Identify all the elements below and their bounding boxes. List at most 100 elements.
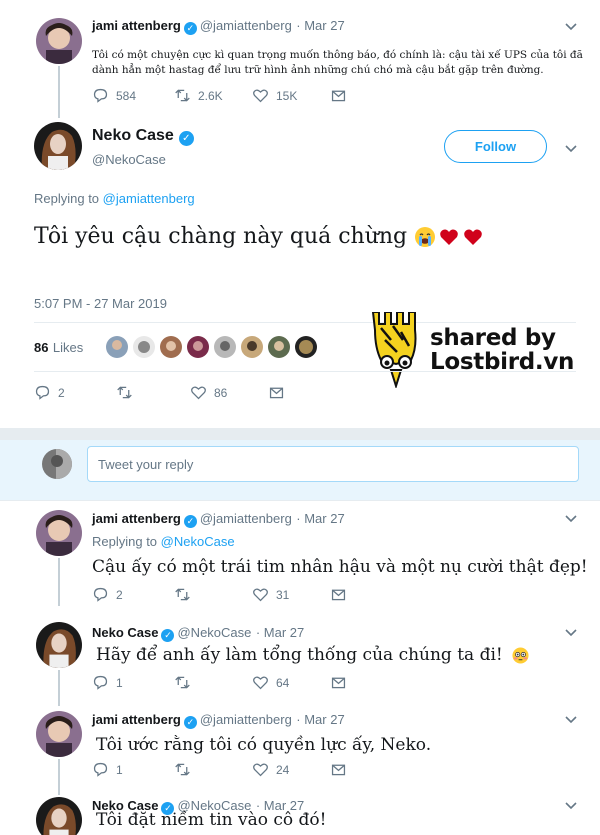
heart-icon (253, 89, 268, 103)
tweet-date[interactable]: · Mar 27 (256, 625, 304, 640)
tweet-date[interactable]: · Mar 27 (296, 511, 344, 526)
heart-icon (253, 763, 268, 777)
like-button[interactable]: 31 (252, 586, 330, 603)
reply-icon (93, 587, 108, 602)
watermark-line1: shared by (430, 325, 556, 351)
replying-to-link[interactable]: @NekoCase (161, 534, 235, 549)
chevron-down-icon[interactable] (563, 140, 579, 156)
avatar-neko[interactable] (34, 122, 82, 170)
reply-button[interactable]: 1 (92, 761, 174, 778)
section-separator (0, 428, 600, 440)
divider (0, 500, 600, 501)
tweet-date[interactable]: · Mar 27 (296, 18, 344, 33)
reply-button[interactable]: 2 (92, 586, 174, 603)
tweet-date[interactable]: · Mar 27 (296, 712, 344, 727)
author-handle[interactable]: @NekoCase (177, 625, 251, 640)
retweet-button[interactable] (174, 674, 252, 691)
author-name[interactable]: jami attenberg (92, 712, 181, 727)
avatar-jami[interactable] (36, 510, 82, 556)
avatar[interactable] (214, 336, 236, 358)
like-button[interactable]: 64 (252, 674, 330, 691)
retweet-count: 2.6K (198, 88, 223, 103)
author-handle[interactable]: @jamiattenberg (200, 511, 292, 526)
reply-icon (93, 762, 108, 777)
retweet-button[interactable] (174, 761, 252, 778)
replying-to-link[interactable]: @jamiattenberg (103, 191, 195, 206)
verified-icon: ✓ (183, 22, 197, 35)
avatar[interactable] (133, 336, 155, 358)
my-avatar[interactable] (42, 449, 72, 479)
thread-connector (58, 759, 60, 795)
reply-count: 1 (116, 675, 123, 690)
author-handle[interactable]: @NekoCase (92, 152, 166, 167)
avatar-jami[interactable] (36, 18, 82, 64)
retweet-button[interactable] (116, 384, 190, 401)
main-tweet-text-row: Tôi yêu cậu chàng này quá chừng (34, 224, 483, 249)
reply-button[interactable]: 584 (92, 87, 174, 104)
replying-to: Replying to @NekoCase (92, 534, 235, 549)
chevron-down-icon[interactable] (563, 797, 579, 813)
verified-icon: ✓ (161, 629, 175, 642)
reply3-header: jami attenberg ✓ @jamiattenberg · Mar 27 (92, 711, 345, 729)
reply-count: 2 (58, 385, 65, 400)
likes-count-row[interactable]: 86 Likes (34, 339, 83, 357)
tweet-timestamp[interactable]: 5:07 PM - 27 Mar 2019 (34, 296, 167, 311)
like-count: 15K (276, 88, 298, 103)
avatar[interactable] (241, 336, 263, 358)
chevron-down-icon[interactable] (563, 624, 579, 640)
like-button[interactable]: 15K (252, 87, 330, 104)
tweet-text: Hãy để anh ấy làm tổng thống của chúng t… (96, 645, 503, 665)
message-button[interactable] (330, 87, 354, 104)
avatar[interactable] (295, 336, 317, 358)
avatar[interactable] (160, 336, 182, 358)
likes-label: Likes (52, 340, 84, 355)
flushed-face-icon (512, 646, 529, 664)
reply-count: 2 (116, 587, 123, 602)
author-handle[interactable]: @jamiattenberg (200, 18, 292, 33)
avatar[interactable] (268, 336, 290, 358)
chevron-down-icon[interactable] (563, 510, 579, 526)
avatar[interactable] (187, 336, 209, 358)
crying-face-icon (414, 226, 436, 248)
envelope-icon (331, 764, 346, 776)
retweet-icon (175, 89, 190, 102)
author-name[interactable]: Neko Case (92, 625, 158, 640)
retweet-icon (175, 676, 190, 689)
likers-avatars (106, 336, 317, 358)
like-count: 86 (214, 385, 228, 400)
avatar-neko[interactable] (36, 797, 82, 835)
main-tweet-text: Tôi yêu cậu chàng này quá chừng (34, 224, 408, 249)
message-button[interactable] (268, 384, 292, 401)
like-button[interactable]: 86 (190, 384, 268, 401)
author-handle[interactable]: @jamiattenberg (200, 712, 292, 727)
retweet-button[interactable] (174, 586, 252, 603)
reply1-header: jami attenberg ✓ @jamiattenberg · Mar 27 (92, 510, 345, 528)
avatar[interactable] (106, 336, 128, 358)
retweet-icon (175, 763, 190, 776)
message-button[interactable] (330, 761, 354, 778)
reply2-actions: 1 64 (92, 674, 354, 691)
reply-button[interactable]: 2 (34, 384, 116, 401)
author-name[interactable]: jami attenberg (92, 18, 181, 33)
thread-connector (58, 66, 60, 118)
reply-button[interactable]: 1 (92, 674, 174, 691)
chevron-down-icon[interactable] (563, 18, 579, 34)
like-button[interactable]: 24 (252, 761, 330, 778)
verified-icon: ✓ (183, 716, 197, 729)
envelope-icon (269, 387, 284, 399)
chevron-down-icon[interactable] (563, 711, 579, 727)
author-name[interactable]: Neko Case (92, 127, 174, 144)
retweet-icon (175, 588, 190, 601)
avatar-jami[interactable] (36, 711, 82, 757)
avatar-neko[interactable] (36, 622, 82, 668)
message-button[interactable] (330, 586, 354, 603)
tweet-text: Tôi ước rằng tôi có quyền lực ấy, Neko. (96, 735, 432, 755)
reply1-actions: 2 31 (92, 586, 354, 603)
retweet-button[interactable]: 2.6K (174, 87, 252, 104)
author-name[interactable]: jami attenberg (92, 511, 181, 526)
reply-input-placeholder: Tweet your reply (98, 457, 194, 472)
follow-button[interactable]: Follow (444, 130, 547, 163)
message-button[interactable] (330, 674, 354, 691)
reply-input[interactable]: Tweet your reply (87, 446, 579, 482)
divider (34, 371, 576, 372)
